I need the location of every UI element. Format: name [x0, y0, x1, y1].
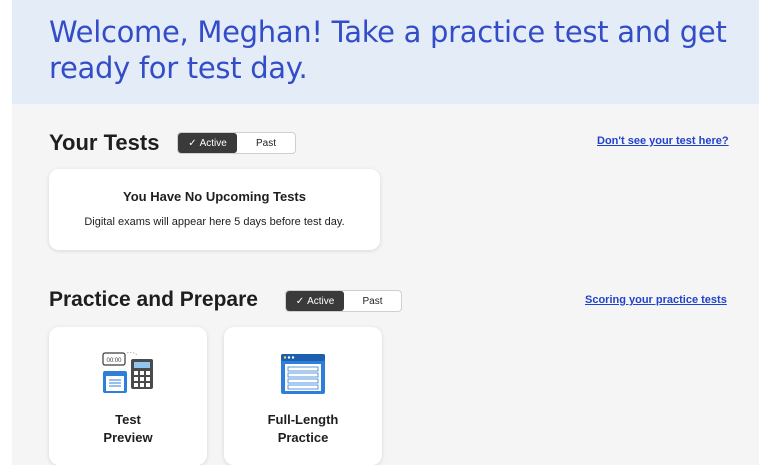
- past-tab-label: Past: [255, 137, 276, 149]
- no-upcoming-tests-card: You Have No Upcoming Tests Digital exams…: [49, 169, 380, 250]
- timer-calculator-icon: 00:00: [102, 351, 153, 393]
- your-tests-active-tab[interactable]: ✓ Active: [178, 133, 237, 153]
- missing-test-link[interactable]: Don't see your test here?: [597, 135, 729, 147]
- no-tests-description: Digital exams will appear here 5 days be…: [84, 216, 345, 228]
- practice-toggle: ✓ Active Past: [285, 290, 402, 312]
- your-tests-toggle: ✓ Active Past: [177, 132, 296, 154]
- test-preview-label-line2: Preview: [103, 430, 153, 445]
- practice-active-tab[interactable]: ✓ Active: [286, 291, 344, 311]
- test-preview-tile[interactable]: 00:00 Test Preview: [49, 327, 207, 465]
- practice-prepare-title: Practice and Prepare: [49, 288, 258, 311]
- welcome-heading: Welcome, Meghan! Take a practice test an…: [49, 15, 727, 85]
- checkmark-icon: ✓: [188, 137, 197, 149]
- full-length-label-line1: Full-Length: [267, 412, 339, 427]
- checkmark-icon: ✓: [295, 295, 305, 307]
- page: Welcome, Meghan! Take a practice test an…: [0, 0, 759, 465]
- practice-past-tab[interactable]: Past: [344, 291, 401, 311]
- welcome-banner: Welcome, Meghan! Take a practice test an…: [12, 0, 759, 104]
- active-tab-label: Active: [199, 137, 227, 149]
- full-length-practice-tile[interactable]: Full-Length Practice: [224, 327, 382, 465]
- no-tests-title: You Have No Upcoming Tests: [123, 189, 306, 204]
- test-preview-label-line1: Test: [115, 412, 141, 427]
- full-length-label-line2: Practice: [277, 430, 329, 445]
- test-window-icon: [281, 354, 325, 394]
- past-tab-label: Past: [362, 295, 383, 307]
- timer-text: 00:00: [106, 358, 122, 364]
- scoring-practice-tests-link[interactable]: Scoring your practice tests: [585, 294, 727, 306]
- main-content: Welcome, Meghan! Take a practice test an…: [12, 0, 759, 465]
- your-tests-past-tab[interactable]: Past: [237, 133, 295, 153]
- active-tab-label: Active: [307, 295, 335, 307]
- your-tests-title: Your Tests: [49, 130, 160, 155]
